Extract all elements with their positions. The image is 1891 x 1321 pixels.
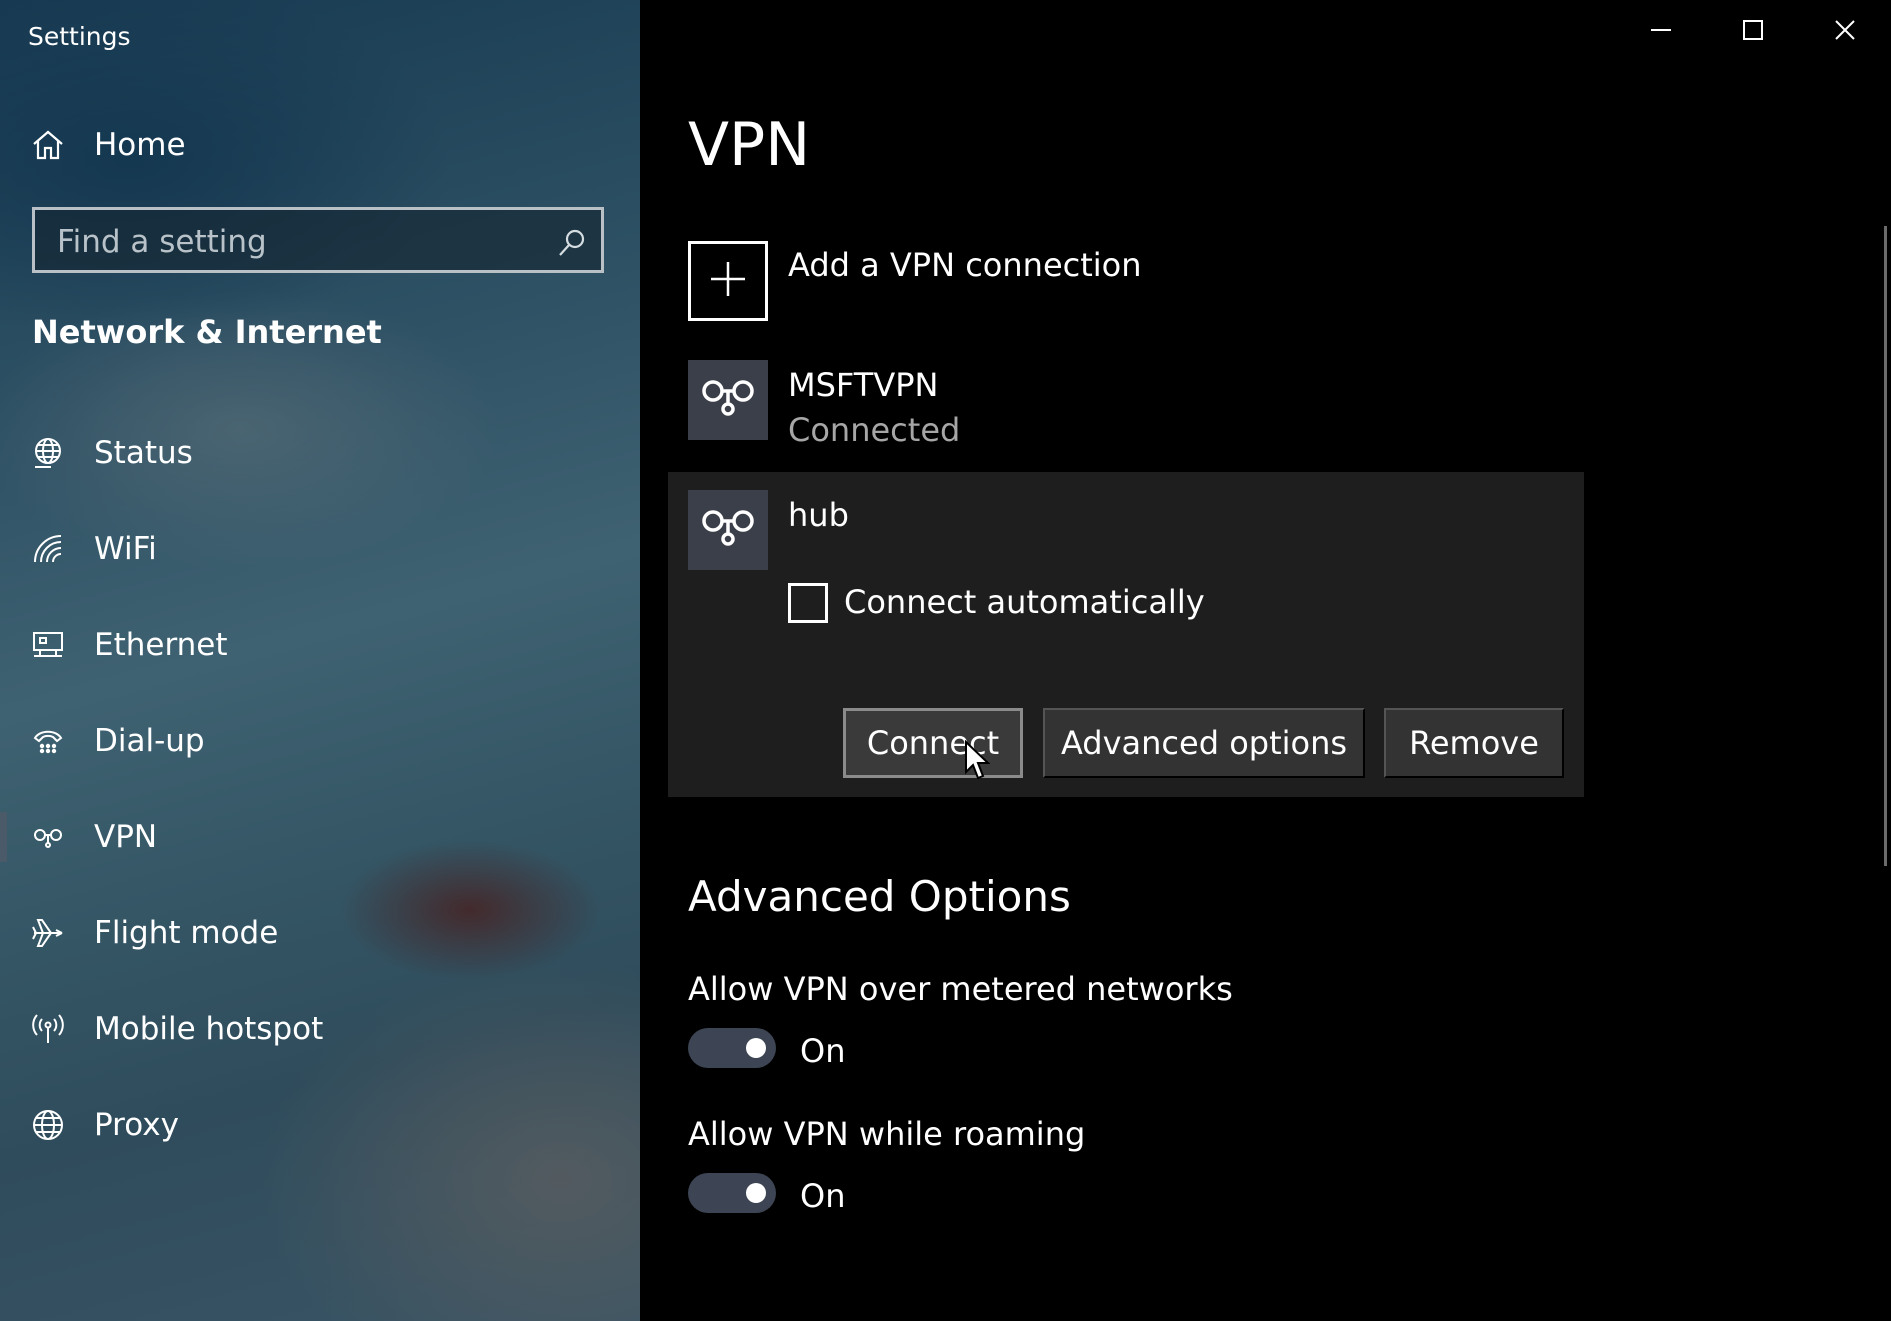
sidebar-item-wifi[interactable]: WiFi (0, 514, 640, 584)
nav-home[interactable]: Home (0, 110, 640, 180)
remove-button[interactable]: Remove (1384, 708, 1564, 778)
nav-home-label: Home (94, 127, 186, 163)
sidebar-item-ethernet[interactable]: Ethernet (0, 610, 640, 680)
sidebar-item-flight-mode[interactable]: Flight mode (0, 898, 640, 968)
connect-automatically-label[interactable]: Connect automatically (844, 583, 1205, 621)
connect-automatically-checkbox[interactable] (788, 583, 828, 623)
sidebar-item-label: Status (94, 435, 193, 471)
sidebar-item-label: Flight mode (94, 915, 279, 951)
sidebar-item-label: Mobile hotspot (94, 1011, 324, 1047)
status-globe-icon (30, 435, 66, 471)
scrollbar[interactable] (1884, 226, 1887, 866)
maximize-icon (1742, 19, 1764, 45)
metered-networks-label: Allow VPN over metered networks (688, 970, 1233, 1008)
wifi-icon (30, 531, 66, 567)
sidebar-item-label: Ethernet (94, 627, 228, 663)
sidebar-item-status[interactable]: Status (0, 418, 640, 488)
close-button[interactable] (1800, 0, 1890, 64)
mouse-cursor-icon (964, 739, 991, 782)
metered-networks-state: On (800, 1032, 846, 1070)
connection-name: hub (788, 496, 849, 534)
search-icon[interactable] (557, 228, 587, 258)
search-input[interactable] (55, 218, 539, 266)
sidebar: Settings Home Network & Internet Status (0, 0, 640, 1321)
advanced-options-button[interactable]: Advanced options (1043, 708, 1365, 778)
sidebar-item-label: Dial-up (94, 723, 205, 759)
roaming-state: On (800, 1177, 846, 1215)
vpn-tile (688, 490, 768, 570)
advanced-options-heading: Advanced Options (688, 872, 1071, 921)
home-icon (30, 127, 66, 163)
sidebar-item-dial-up[interactable]: Dial-up (0, 706, 640, 776)
flight-mode-icon (30, 915, 66, 951)
vpn-tile (688, 360, 768, 440)
roaming-label: Allow VPN while roaming (688, 1115, 1086, 1153)
sidebar-item-label: Proxy (94, 1107, 179, 1143)
connection-status: Connected (788, 411, 961, 449)
vpn-icon (697, 503, 759, 557)
proxy-globe-icon (30, 1107, 66, 1143)
search-box[interactable] (32, 207, 604, 273)
vpn-icon (697, 373, 759, 427)
sidebar-item-label: VPN (94, 819, 158, 855)
vpn-icon (30, 819, 66, 855)
minimize-icon (1650, 19, 1672, 45)
section-heading: Network & Internet (32, 313, 382, 351)
toggle-knob (746, 1183, 766, 1203)
add-vpn-connection-label[interactable]: Add a VPN connection (788, 246, 1142, 284)
metered-networks-toggle[interactable] (688, 1028, 776, 1068)
sidebar-item-vpn[interactable]: VPN (0, 802, 640, 872)
sidebar-item-label: WiFi (94, 531, 157, 567)
hotspot-icon (30, 1011, 66, 1047)
app-title: Settings (28, 22, 131, 51)
maximize-button[interactable] (1708, 0, 1798, 64)
plus-icon (708, 259, 748, 303)
ethernet-icon (30, 627, 66, 663)
add-tile[interactable] (688, 241, 768, 321)
connection-name: MSFTVPN (788, 366, 939, 404)
close-icon (1834, 19, 1856, 45)
roaming-toggle[interactable] (688, 1173, 776, 1213)
connect-button[interactable]: Connect (843, 708, 1023, 778)
toggle-knob (746, 1038, 766, 1058)
minimize-button[interactable] (1616, 0, 1706, 64)
sidebar-item-proxy[interactable]: Proxy (0, 1090, 640, 1160)
sidebar-item-mobile-hotspot[interactable]: Mobile hotspot (0, 994, 640, 1064)
dial-up-icon (30, 723, 66, 759)
page-title: VPN (688, 110, 811, 180)
